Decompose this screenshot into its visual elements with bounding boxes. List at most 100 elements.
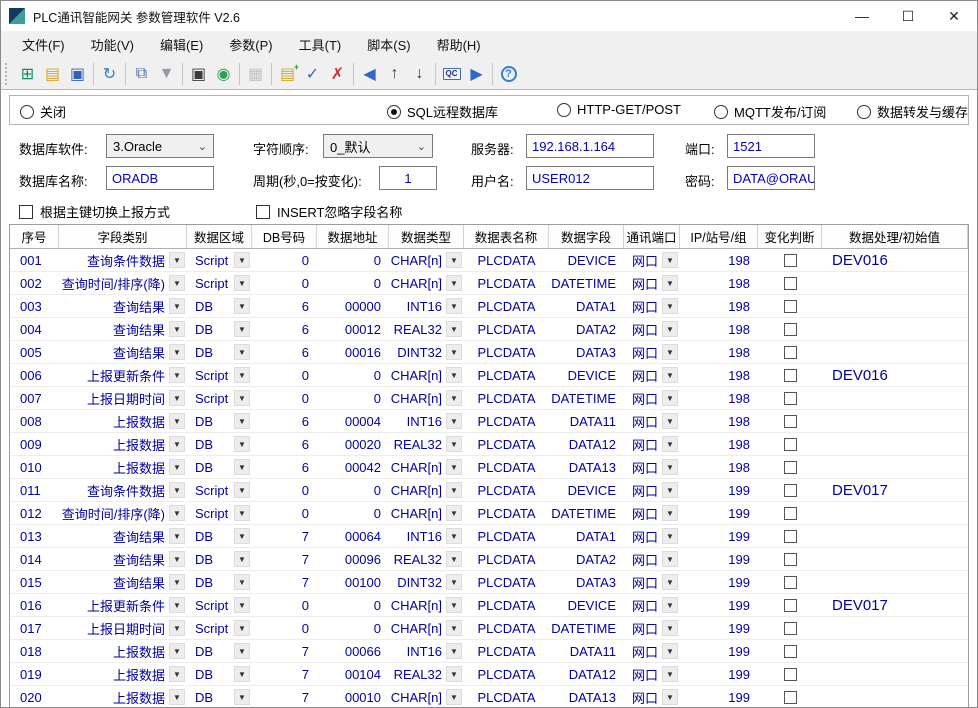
cell-init-value[interactable] bbox=[822, 433, 968, 455]
cell-address[interactable]: 00016 bbox=[317, 341, 389, 363]
dropdown-arrow-icon[interactable]: ▼ bbox=[169, 482, 185, 498]
dropdown-arrow-icon[interactable]: ▼ bbox=[446, 436, 462, 452]
cell-init-value[interactable] bbox=[822, 640, 968, 662]
dropdown-arrow-icon[interactable]: ▼ bbox=[234, 643, 250, 659]
cell-table-name[interactable]: PLCDATA bbox=[464, 663, 549, 685]
row-checkbox-icon[interactable] bbox=[784, 369, 797, 382]
cell-table-name[interactable]: PLCDATA bbox=[464, 594, 549, 616]
cell-address[interactable]: 0 bbox=[317, 272, 389, 294]
cell-address[interactable]: 00064 bbox=[317, 525, 389, 547]
dropdown-arrow-icon[interactable]: ▼ bbox=[234, 620, 250, 636]
char-order-select[interactable]: 0_默认 ⌄ bbox=[323, 134, 433, 158]
dropdown-arrow-icon[interactable]: ▼ bbox=[169, 689, 185, 705]
cell-address[interactable]: 0 bbox=[317, 594, 389, 616]
dropdown-arrow-icon[interactable]: ▼ bbox=[662, 413, 678, 429]
column-header-11[interactable]: 数据处理/初始值 bbox=[822, 225, 968, 248]
cell-table-name[interactable]: PLCDATA bbox=[464, 364, 549, 386]
cell-station[interactable]: 198 bbox=[680, 295, 758, 317]
cell-init-value[interactable]: DEV016 bbox=[822, 364, 968, 386]
dropdown-arrow-icon[interactable]: ▼ bbox=[446, 505, 462, 521]
cell-table-name[interactable]: PLCDATA bbox=[464, 548, 549, 570]
dropdown-arrow-icon[interactable]: ▼ bbox=[169, 597, 185, 613]
dropdown-arrow-icon[interactable]: ▼ bbox=[169, 643, 185, 659]
cell-init-value[interactable] bbox=[822, 387, 968, 409]
row-checkbox-icon[interactable] bbox=[784, 438, 797, 451]
dropdown-arrow-icon[interactable]: ▼ bbox=[234, 551, 250, 567]
column-header-4[interactable]: 数据地址 bbox=[317, 225, 389, 248]
cell-station[interactable]: 198 bbox=[680, 272, 758, 294]
row-checkbox-icon[interactable] bbox=[784, 576, 797, 589]
server-input[interactable]: 192.168.1.164 bbox=[526, 134, 654, 158]
cell-db-number[interactable]: 0 bbox=[252, 502, 317, 524]
cell-init-value[interactable] bbox=[822, 571, 968, 593]
network-config-icon[interactable]: ⊞ bbox=[15, 62, 40, 86]
qc-icon[interactable]: QC bbox=[439, 62, 464, 86]
dropdown-arrow-icon[interactable]: ▼ bbox=[169, 528, 185, 544]
cell-table-name[interactable]: PLCDATA bbox=[464, 525, 549, 547]
cell-db-number[interactable]: 6 bbox=[252, 456, 317, 478]
cell-field[interactable]: DEVICE bbox=[549, 594, 624, 616]
cell-address[interactable]: 00020 bbox=[317, 433, 389, 455]
radio-数据转发与缓存[interactable]: 数据转发与缓存 bbox=[857, 102, 968, 121]
password-input[interactable]: DATA@ORAUS bbox=[727, 166, 815, 190]
cell-table-name[interactable]: PLCDATA bbox=[464, 272, 549, 294]
port-input[interactable]: 1521 bbox=[727, 134, 815, 158]
dropdown-arrow-icon[interactable]: ▼ bbox=[169, 505, 185, 521]
radio-HTTP-GET/POST[interactable]: HTTP-GET/POST bbox=[557, 102, 681, 117]
cell-field[interactable]: DATA13 bbox=[549, 456, 624, 478]
dropdown-arrow-icon[interactable]: ▼ bbox=[234, 436, 250, 452]
help-icon[interactable]: ? bbox=[496, 62, 521, 86]
dropdown-arrow-icon[interactable]: ▼ bbox=[446, 344, 462, 360]
cell-field[interactable]: DATA3 bbox=[549, 571, 624, 593]
menu-item-2[interactable]: 编辑(E) bbox=[147, 31, 216, 58]
row-checkbox-icon[interactable] bbox=[784, 645, 797, 658]
cell-db-number[interactable]: 0 bbox=[252, 272, 317, 294]
cell-table-name[interactable]: PLCDATA bbox=[464, 295, 549, 317]
dropdown-arrow-icon[interactable]: ▼ bbox=[234, 459, 250, 475]
dropdown-arrow-icon[interactable]: ▼ bbox=[446, 390, 462, 406]
cell-station[interactable]: 199 bbox=[680, 548, 758, 570]
dropdown-arrow-icon[interactable]: ▼ bbox=[234, 689, 250, 705]
dropdown-arrow-icon[interactable]: ▼ bbox=[446, 298, 462, 314]
dropdown-arrow-icon[interactable]: ▼ bbox=[169, 413, 185, 429]
cell-station[interactable]: 198 bbox=[680, 456, 758, 478]
column-header-1[interactable]: 字段类别 bbox=[59, 225, 187, 248]
cell-address[interactable]: 00066 bbox=[317, 640, 389, 662]
topology-icon[interactable]: ⧉ bbox=[129, 62, 154, 86]
dropdown-arrow-icon[interactable]: ▼ bbox=[169, 298, 185, 314]
cell-table-name[interactable]: PLCDATA bbox=[464, 433, 549, 455]
dropdown-arrow-icon[interactable]: ▼ bbox=[662, 321, 678, 337]
monitor-edit-icon[interactable]: ▣ bbox=[186, 62, 211, 86]
cell-station[interactable]: 199 bbox=[680, 594, 758, 616]
dropdown-arrow-icon[interactable]: ▼ bbox=[446, 597, 462, 613]
menu-item-5[interactable]: 脚本(S) bbox=[354, 31, 423, 58]
menu-item-4[interactable]: 工具(T) bbox=[286, 31, 355, 58]
cell-field[interactable]: DATETIME bbox=[549, 502, 624, 524]
dropdown-arrow-icon[interactable]: ▼ bbox=[169, 436, 185, 452]
cell-db-number[interactable]: 7 bbox=[252, 686, 317, 708]
cell-db-number[interactable]: 7 bbox=[252, 571, 317, 593]
open-folder-icon[interactable]: ▤ bbox=[40, 62, 65, 86]
row-checkbox-icon[interactable] bbox=[784, 599, 797, 612]
cell-db-number[interactable]: 6 bbox=[252, 318, 317, 340]
cell-field[interactable]: DATA3 bbox=[549, 341, 624, 363]
dropdown-arrow-icon[interactable]: ▼ bbox=[169, 574, 185, 590]
cell-table-name[interactable]: PLCDATA bbox=[464, 686, 549, 708]
cell-address[interactable]: 00042 bbox=[317, 456, 389, 478]
cell-db-number[interactable]: 7 bbox=[252, 548, 317, 570]
column-header-3[interactable]: DB号码 bbox=[252, 225, 317, 248]
dropdown-arrow-icon[interactable]: ▼ bbox=[662, 620, 678, 636]
cell-address[interactable]: 00004 bbox=[317, 410, 389, 432]
cell-address[interactable]: 00104 bbox=[317, 663, 389, 685]
checkbox-icon[interactable] bbox=[19, 205, 33, 219]
cell-init-value[interactable] bbox=[822, 456, 968, 478]
cell-init-value[interactable] bbox=[822, 502, 968, 524]
cell-db-number[interactable]: 0 bbox=[252, 364, 317, 386]
cell-field[interactable]: DATETIME bbox=[549, 387, 624, 409]
row-checkbox-icon[interactable] bbox=[784, 530, 797, 543]
cell-table-name[interactable]: PLCDATA bbox=[464, 456, 549, 478]
cell-field[interactable]: DATA11 bbox=[549, 640, 624, 662]
dropdown-arrow-icon[interactable]: ▼ bbox=[662, 275, 678, 291]
period-input[interactable]: 1 bbox=[379, 166, 437, 190]
row-checkbox-icon[interactable] bbox=[784, 622, 797, 635]
